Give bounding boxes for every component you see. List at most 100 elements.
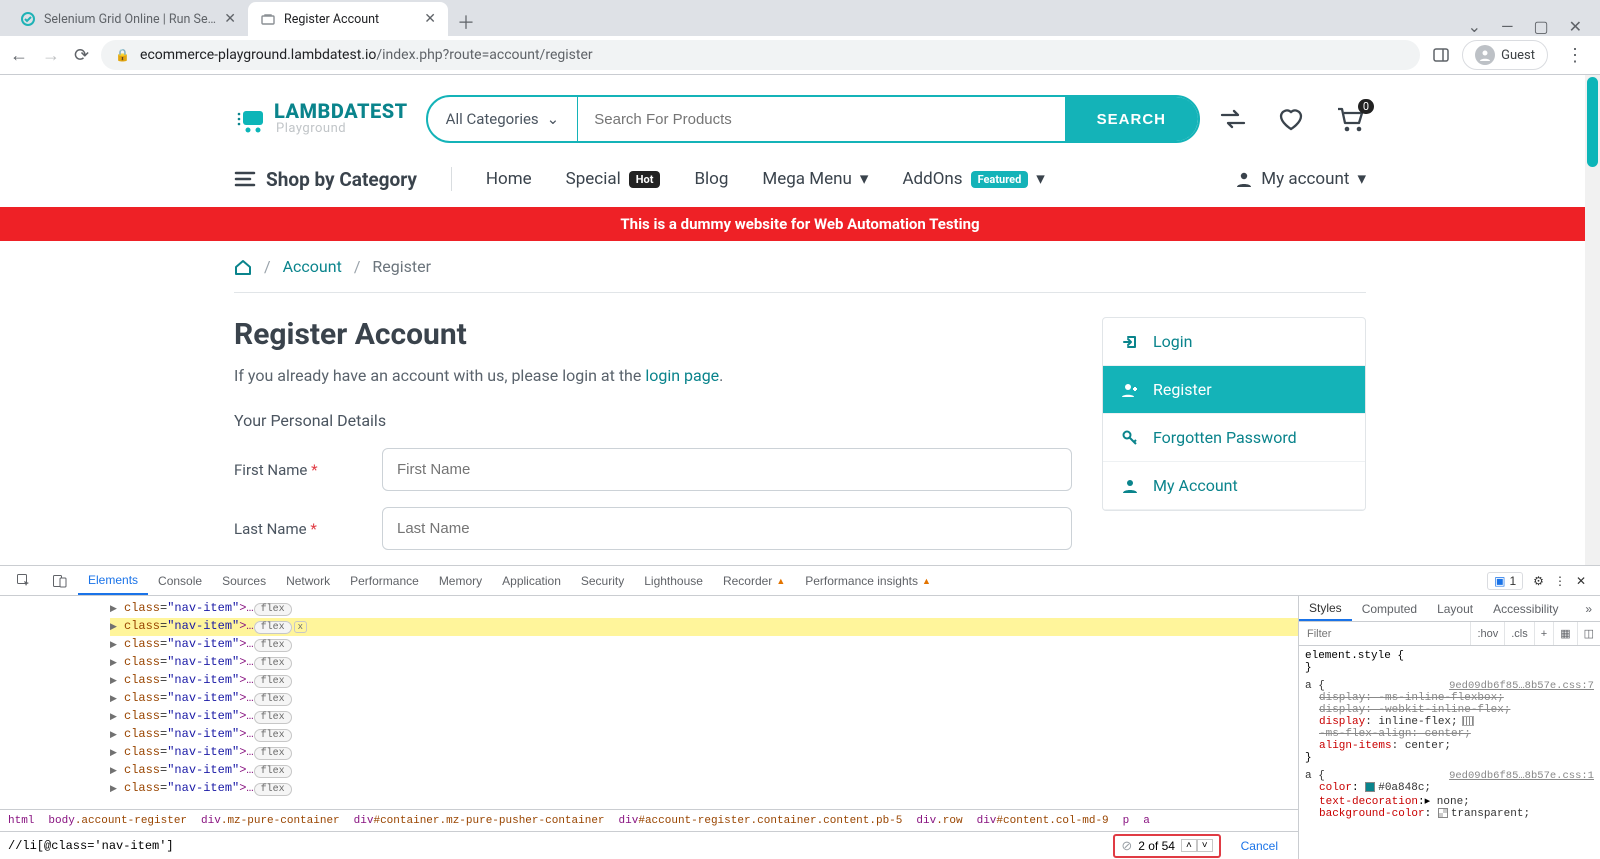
- dom-tree[interactable]: ▶ class="nav-item">…flex▶ class="nav-ite…: [0, 596, 1298, 809]
- search-category-select[interactable]: All Categories ⌄: [428, 97, 579, 141]
- crumb[interactable]: div.row: [916, 815, 962, 827]
- sidebar-item-my-account[interactable]: My Account: [1103, 462, 1365, 510]
- flex-icon[interactable]: [1462, 716, 1474, 726]
- nav-home[interactable]: Home: [486, 169, 532, 189]
- new-tab-button[interactable]: ＋: [452, 8, 480, 36]
- first-name-field[interactable]: [382, 448, 1072, 491]
- prev-match-icon[interactable]: ˄: [1181, 839, 1197, 852]
- devtools-tab-elements[interactable]: Elements: [78, 566, 148, 595]
- logo[interactable]: LAMBDATEST Playground: [234, 102, 408, 136]
- clear-icon[interactable]: ⊘: [1121, 838, 1132, 854]
- crumb[interactable]: a: [1143, 815, 1150, 827]
- styles-tab-computed[interactable]: Computed: [1352, 596, 1427, 621]
- nav-blog[interactable]: Blog: [694, 169, 728, 189]
- dom-node[interactable]: ▶ class="nav-item">…flex: [110, 726, 1298, 744]
- dom-node[interactable]: ▶ class="nav-item">…flex: [110, 762, 1298, 780]
- devtools-tab-console[interactable]: Console: [148, 566, 212, 595]
- login-page-link[interactable]: login page: [645, 366, 719, 385]
- more-icon[interactable]: »: [1577, 602, 1600, 616]
- crumb[interactable]: p: [1123, 815, 1130, 827]
- devtools-tab-recorder[interactable]: Recorder ▲: [713, 566, 795, 595]
- source-link[interactable]: 9ed09db6f85…8b57e.css:7: [1449, 680, 1594, 692]
- crumb[interactable]: body.account-register: [48, 815, 187, 827]
- tab-inactive[interactable]: Selenium Grid Online | Run Selen ✕: [8, 2, 248, 36]
- search-input[interactable]: [578, 111, 1064, 128]
- menu-icon[interactable]: ⋮: [1560, 45, 1590, 66]
- guest-profile[interactable]: Guest: [1462, 40, 1548, 70]
- caret-down-icon[interactable]: ⌄: [1468, 17, 1481, 36]
- close-icon[interactable]: ✕: [224, 11, 236, 27]
- settings-icon[interactable]: ⚙: [1533, 574, 1544, 588]
- nav-my-account[interactable]: My account ▾: [1235, 169, 1366, 189]
- url-input[interactable]: 🔒 ecommerce-playground.lambdatest.io/ind…: [101, 40, 1420, 70]
- dom-node[interactable]: ▶ class="nav-item">…flex: [110, 708, 1298, 726]
- crumb[interactable]: html: [8, 815, 34, 827]
- tab-active[interactable]: Register Account ✕: [248, 2, 448, 36]
- source-link[interactable]: 9ed09db6f85…8b57e.css:1: [1449, 770, 1594, 782]
- minimize-icon[interactable]: —: [1501, 17, 1514, 36]
- devtools-tab-lighthouse[interactable]: Lighthouse: [634, 566, 713, 595]
- sidebar-item-register[interactable]: Register: [1103, 366, 1365, 414]
- add-rule-icon[interactable]: +: [1534, 622, 1553, 645]
- breadcrumb-account[interactable]: Account: [283, 257, 342, 276]
- sidebar-item-forgot[interactable]: Forgotten Password: [1103, 414, 1365, 462]
- maximize-icon[interactable]: ▢: [1533, 17, 1548, 36]
- compare-icon[interactable]: [1218, 106, 1248, 132]
- devtools-tab-security[interactable]: Security: [571, 566, 634, 595]
- styles-tab-styles[interactable]: Styles: [1299, 596, 1352, 621]
- page-scrollbar[interactable]: [1585, 75, 1600, 565]
- shop-by-category[interactable]: Shop by Category: [234, 168, 417, 191]
- crumb[interactable]: div#content.col-md-9: [977, 815, 1109, 827]
- cls-button[interactable]: .cls: [1504, 622, 1534, 645]
- back-icon[interactable]: ←: [10, 45, 28, 66]
- styles-filter-input[interactable]: [1299, 628, 1470, 640]
- devtools-tab-performance-insights[interactable]: Performance insights ▲: [795, 566, 941, 595]
- panel-toggle-icon[interactable]: ◫: [1577, 622, 1600, 645]
- hov-button[interactable]: :hov: [1470, 622, 1504, 645]
- dom-breadcrumb[interactable]: html body.account-register div.mz-pure-con…: [0, 809, 1298, 831]
- scrollbar-thumb[interactable]: [1587, 77, 1598, 167]
- device-icon[interactable]: [42, 566, 78, 595]
- close-window-icon[interactable]: ✕: [1569, 17, 1582, 36]
- close-icon[interactable]: ✕: [424, 11, 436, 27]
- devtools-tab-sources[interactable]: Sources: [212, 566, 276, 595]
- breadcrumb-home[interactable]: [234, 259, 252, 275]
- dom-node[interactable]: ▶ class="nav-item">…flex: [110, 636, 1298, 654]
- devtools-tab-network[interactable]: Network: [276, 566, 340, 595]
- dom-node[interactable]: ▶ class="nav-item">…flex: [110, 654, 1298, 672]
- styles-rules[interactable]: element.style { } a {9ed09db6f85…8b57e.c…: [1299, 646, 1600, 859]
- search-button[interactable]: SEARCH: [1065, 97, 1198, 141]
- cancel-button[interactable]: Cancel: [1229, 839, 1290, 853]
- reload-icon[interactable]: ⟳: [74, 45, 89, 66]
- color-swatch[interactable]: [1365, 782, 1375, 792]
- close-icon[interactable]: ✕: [1576, 574, 1586, 588]
- styles-tab-accessibility[interactable]: Accessibility: [1483, 596, 1568, 621]
- dom-node[interactable]: ▶ class="nav-item">…flex: [110, 744, 1298, 762]
- nav-special[interactable]: Special Hot: [566, 169, 661, 189]
- next-match-icon[interactable]: ˅: [1197, 839, 1213, 852]
- dom-node[interactable]: ▶ class="nav-item">…flex: [110, 672, 1298, 690]
- kebab-icon[interactable]: ⋮: [1554, 574, 1566, 588]
- dom-node[interactable]: ▶ class="nav-item">…flex: [110, 780, 1298, 798]
- crumb[interactable]: div.mz-pure-container: [201, 815, 340, 827]
- dom-node[interactable]: ▶ class="nav-item">…flexx: [110, 618, 1298, 636]
- sidebar-item-login[interactable]: Login: [1103, 318, 1365, 366]
- crumb[interactable]: div#container.mz-pure-pusher-container: [354, 815, 605, 827]
- crumb[interactable]: div#account-register.container.content.p…: [619, 815, 903, 827]
- wishlist-icon[interactable]: [1276, 106, 1306, 132]
- cart-icon[interactable]: 0: [1334, 105, 1366, 133]
- computed-toggle-icon[interactable]: ▦: [1553, 622, 1576, 645]
- inspect-icon[interactable]: [6, 566, 42, 595]
- nav-mega-menu[interactable]: Mega Menu ▾: [762, 169, 868, 189]
- issues-button[interactable]: ▣ 1: [1487, 572, 1523, 590]
- nav-addons[interactable]: AddOns Featured ▾: [902, 169, 1044, 189]
- devtools-tab-performance[interactable]: Performance: [340, 566, 429, 595]
- dom-node[interactable]: ▶ class="nav-item">…flex: [110, 690, 1298, 708]
- dom-node[interactable]: ▶ class="nav-item">…flex: [110, 600, 1298, 618]
- devtools-tab-memory[interactable]: Memory: [429, 566, 492, 595]
- devtools-tab-application[interactable]: Application: [492, 566, 571, 595]
- styles-tab-layout[interactable]: Layout: [1427, 596, 1483, 621]
- color-swatch[interactable]: [1438, 808, 1448, 818]
- last-name-field[interactable]: [382, 507, 1072, 550]
- panel-toggle-icon[interactable]: [1432, 46, 1450, 64]
